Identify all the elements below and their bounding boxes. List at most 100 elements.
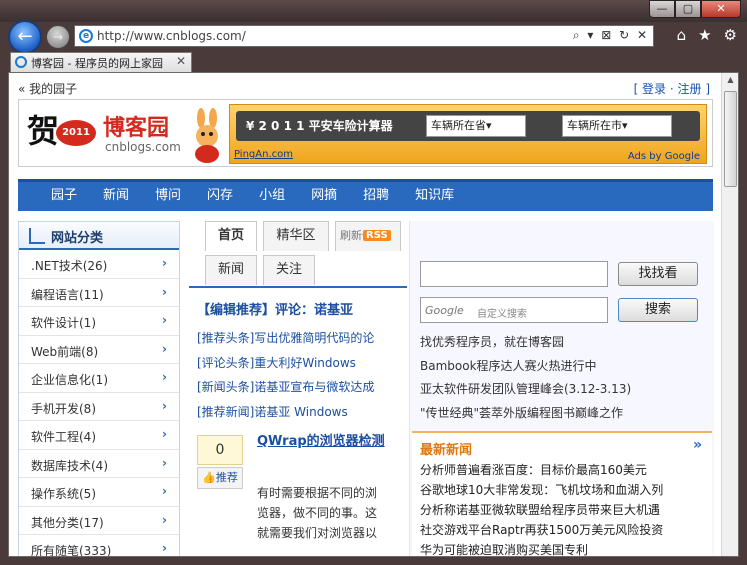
sidebar-item-all[interactable]: 所有随笔(333) › <box>19 535 179 556</box>
nav-item-garden[interactable]: 园子 <box>51 182 77 210</box>
category-sidebar: 网站分类 .NET技术(26) › 编程语言(11) › 软件设计(1) › Web前… <box>18 221 180 556</box>
close-button[interactable]: ✕ <box>701 0 741 18</box>
nav-item-kb[interactable]: 知识库 <box>415 182 454 210</box>
list-item[interactable]: 分析师普遍看涨百度：目标价最高160美元 <box>420 461 708 481</box>
list-item[interactable]: 分析称诺基亚微软联盟给程序员带来巨大机遇 <box>420 501 708 521</box>
tab-news[interactable]: 新闻 <box>205 255 257 285</box>
ad-province-select[interactable]: 车辆所在省▾ <box>426 115 526 137</box>
sidebar-item-label: 企业信息化(1) <box>31 373 108 387</box>
corner-arrow-icon <box>29 228 45 244</box>
sidebar-item-label: Web前端(8) <box>31 344 99 359</box>
browser-tab[interactable]: 博客园 - 程序员的网上家园 ✕ <box>10 52 192 72</box>
browser-toolbar: ← → e http://www.cnblogs.com/ ⌕ ▾ ⊠ ↻ ✕ … <box>0 20 747 54</box>
tab-close-button[interactable]: ✕ <box>176 54 186 68</box>
list-item[interactable]: 谷歌地球10大非常发现：飞机坟场和血湖入列 <box>420 481 708 501</box>
google-logo: Google <box>425 304 464 317</box>
sidebar-item-label: 操作系统(5) <box>31 487 96 501</box>
chevron-right-icon: › <box>162 512 167 527</box>
chevron-right-icon: › <box>162 484 167 498</box>
sidebar-item-mobile[interactable]: 手机开发(8) › <box>19 393 179 421</box>
nav-item-news[interactable]: 新闻 <box>103 182 129 210</box>
address-bar[interactable]: e http://www.cnblogs.com/ ⌕ ▾ ⊠ ↻ ✕ <box>74 25 654 47</box>
sidebar-item-languages[interactable]: 编程语言(11) › <box>19 279 179 307</box>
list-item[interactable]: 找优秀程序员，就在博客园 <box>420 333 710 357</box>
sidebar-item-engineering[interactable]: 软件工程(4) › <box>19 421 179 450</box>
page-viewport: « 我的园子 [ 登录 · 注册 ] 贺 2011 博客园 cnblogs.co… <box>8 72 739 557</box>
login-register-links[interactable]: [ 登录 · 注册 ] <box>634 80 710 97</box>
chevron-right-icon: › <box>162 341 167 356</box>
ad-city-select[interactable]: 车辆所在市▾ <box>562 115 672 137</box>
list-item[interactable]: 亚太软件研发团队管理峰会(3.12-3.13) <box>420 380 710 404</box>
sidebar-item-design[interactable]: 软件设计(1) › <box>19 307 179 336</box>
nav-item-jobs[interactable]: 招聘 <box>363 182 389 210</box>
nav-item-bookmarks[interactable]: 网摘 <box>311 182 337 210</box>
list-item[interactable]: [评论头条]重大利好Windows <box>197 354 407 379</box>
editor-pick-link[interactable]: 【编辑推荐】评论：诺基亚 <box>197 299 353 318</box>
list-item[interactable]: [推荐新闻]诺基亚 Windows <box>197 403 407 428</box>
sidebar-item-os[interactable]: 操作系统(5) › <box>19 478 179 507</box>
tab-home[interactable]: 首页 <box>205 221 257 251</box>
ad-source-link[interactable]: PingAn.com <box>234 149 293 160</box>
list-item[interactable]: 华为可能被迫取消购买美国专利 <box>420 541 708 556</box>
promo-list: 找优秀程序员，就在博客园 Bambook程序达人赛火热进行中 亚太软件研发团队管… <box>420 333 710 427</box>
window-titlebar: — ▢ ✕ <box>0 0 747 22</box>
sidebar-item-dotnet[interactable]: .NET技术(26) › <box>19 250 179 279</box>
rss-icon[interactable]: RSS <box>363 230 391 241</box>
ad-banner[interactable]: ¥ 2 0 1 1 平安车险计算器 车辆所在省▾ 车辆所在市▾ PingAn.c… <box>229 104 707 164</box>
recommend-label: 推荐 <box>215 471 238 484</box>
browser-icons: ⌂ ★ ⚙ <box>677 26 737 44</box>
chevron-right-icon: › <box>162 284 167 299</box>
list-item[interactable]: 社交游戏平台Raptr再获1500万美元风险投资 <box>420 521 708 541</box>
news-more-link[interactable]: » <box>693 437 702 453</box>
latest-news-title[interactable]: 最新新闻 <box>420 439 472 458</box>
sidebar-item-enterprise[interactable]: 企业信息化(1) › <box>19 364 179 393</box>
site-logo-name[interactable]: 博客园 <box>103 110 169 142</box>
address-url[interactable]: http://www.cnblogs.com/ <box>97 29 246 43</box>
google-search-button[interactable]: 搜索 <box>618 298 698 322</box>
chevron-right-icon: › <box>162 427 167 441</box>
google-search-input[interactable]: Google 自定义搜索 <box>420 297 608 323</box>
address-tools[interactable]: ⌕ ▾ ⊠ ↻ ✕ <box>573 28 649 43</box>
list-item[interactable]: Bambook程序达人赛火热进行中 <box>420 357 710 381</box>
list-item[interactable]: [新闻头条]诺基亚宣布与微软达成 <box>197 378 407 403</box>
post-title-link[interactable]: QWrap的浏览器检测 <box>257 433 407 451</box>
sidebar-item-label: 其他分类(17) <box>31 515 104 530</box>
chevron-right-icon: › <box>162 455 167 470</box>
maximize-button[interactable]: ▢ <box>675 0 701 18</box>
minimize-button[interactable]: — <box>649 0 675 18</box>
nav-item-flash[interactable]: 闪存 <box>207 182 233 210</box>
list-item[interactable]: "传世经典"荟萃外版编程图书巅峰之作 <box>420 404 710 428</box>
list-item[interactable]: [推荐头条]写出优雅简明代码的论 <box>197 329 407 354</box>
site-search-input[interactable] <box>420 261 608 287</box>
tab-featured[interactable]: 精华区 <box>263 221 329 251</box>
sidebar-item-label: 手机开发(8) <box>31 401 96 416</box>
rabbit-icon <box>195 108 219 163</box>
post-summary: 有时需要根据不同的浏览器，做不同的事。这就需要我们对浏览器以 <box>257 486 378 540</box>
sidebar-item-database[interactable]: 数据库技术(4) › <box>19 450 179 478</box>
scroll-up-icon[interactable]: ▲ <box>724 75 737 89</box>
scroll-thumb[interactable] <box>724 91 737 187</box>
gear-icon[interactable]: ⚙ <box>724 26 737 44</box>
forward-button[interactable]: → <box>46 25 70 49</box>
thumbs-up-icon: 👍 <box>202 471 216 484</box>
vertical-scrollbar[interactable]: ▲ <box>721 73 738 556</box>
sidebar-item-label: 编程语言(11) <box>31 287 104 302</box>
my-garden-link[interactable]: « 我的园子 <box>18 80 77 97</box>
home-icon[interactable]: ⌂ <box>677 26 687 44</box>
sidebar-item-other[interactable]: 其他分类(17) › <box>19 507 179 535</box>
ie-page-icon: e <box>79 29 93 43</box>
ads-by-google-link[interactable]: Ads by Google <box>628 151 700 162</box>
tab-following[interactable]: 关注 <box>263 255 315 285</box>
star-icon[interactable]: ★ <box>698 26 711 44</box>
back-button[interactable]: ← <box>8 20 42 54</box>
recommend-button[interactable]: 👍推荐 <box>197 467 243 489</box>
google-placeholder: 自定义搜索 <box>477 309 527 320</box>
pick-list: [推荐头条]写出优雅简明代码的论 [评论头条]重大利好Windows [新闻头条… <box>197 329 407 427</box>
nav-item-groups[interactable]: 小组 <box>259 182 285 210</box>
nav-item-questions[interactable]: 博问 <box>155 182 181 210</box>
sidebar-item-web[interactable]: Web前端(8) › <box>19 336 179 364</box>
chevron-right-icon: › <box>162 398 167 413</box>
site-search-button[interactable]: 找找看 <box>618 262 698 286</box>
right-column: 找找看 Google 自定义搜索 搜索 找优秀程序员，就在博客园 Bambook… <box>409 221 714 556</box>
logo-year-badge: 2011 <box>56 120 96 146</box>
